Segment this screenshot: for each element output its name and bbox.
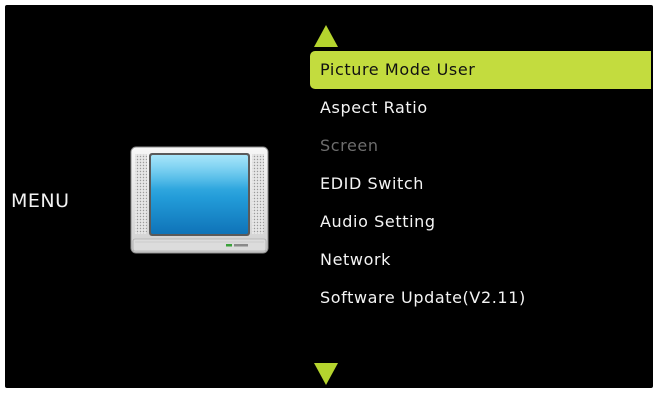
menu-item-picture-mode[interactable]: Picture Mode User [310, 51, 651, 89]
tv-icon [130, 146, 269, 254]
menu-list: Picture Mode User Aspect Ratio Screen ED… [310, 51, 651, 317]
menu-item-audio-setting[interactable]: Audio Setting [310, 203, 651, 241]
osd-screen: MENU Picture Mode User Aspect Ratio Scre… [5, 5, 653, 388]
menu-item-software-update[interactable]: Software Update(V2.11) [310, 279, 651, 317]
menu-item-network[interactable]: Network [310, 241, 651, 279]
menu-title: MENU [11, 190, 70, 212]
menu-item-screen[interactable]: Screen [310, 127, 651, 165]
scroll-up-arrow-icon[interactable] [314, 25, 338, 47]
scroll-down-arrow-icon[interactable] [314, 363, 338, 385]
menu-item-aspect-ratio[interactable]: Aspect Ratio [310, 89, 651, 127]
menu-item-edid-switch[interactable]: EDID Switch [310, 165, 651, 203]
